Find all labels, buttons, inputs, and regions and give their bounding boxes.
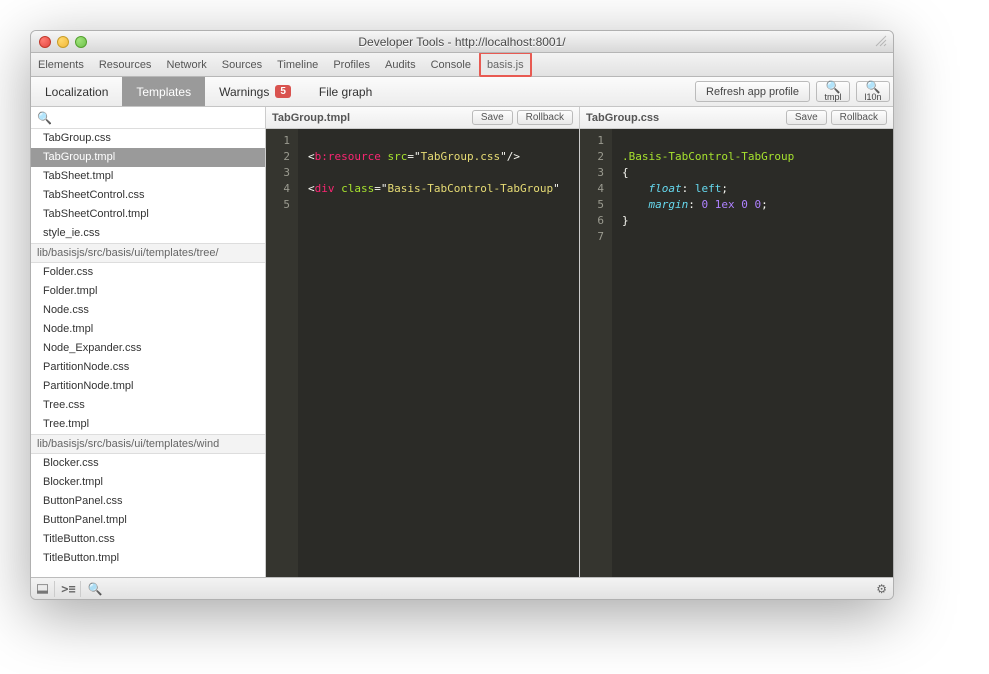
extension-toolbar: LocalizationTemplatesWarnings5File graph… [31, 77, 893, 107]
devtab-resources[interactable]: Resources [92, 53, 160, 76]
titlebar: Developer Tools - http://localhost:8001/ [31, 31, 893, 53]
file-item[interactable]: Tree.tmpl [31, 415, 265, 434]
file-item[interactable]: Node_Expander.css [31, 339, 265, 358]
file-item[interactable]: PartitionNode.css [31, 358, 265, 377]
file-item[interactable]: Blocker.css [31, 454, 265, 473]
badge: 5 [275, 85, 291, 98]
editor-left: TabGroup.tmpl Save Rollback 12345 <b:res… [266, 107, 580, 577]
console-icon[interactable]: >≡ [63, 581, 81, 597]
window-title: Developer Tools - http://localhost:8001/ [31, 35, 893, 49]
editor-filename: TabGroup.tmpl [272, 112, 468, 124]
settings-icon[interactable]: ⚙ [876, 582, 887, 596]
devtab-timeline[interactable]: Timeline [270, 53, 326, 76]
file-item[interactable]: ButtonPanel.css [31, 492, 265, 511]
devtab-profiles[interactable]: Profiles [326, 53, 378, 76]
devtab-basis-js[interactable]: basis.js [479, 52, 532, 77]
file-item[interactable]: TabSheetControl.tmpl [31, 205, 265, 224]
devtools-tabs: ElementsResourcesNetworkSourcesTimelineP… [31, 53, 893, 77]
file-item[interactable]: TitleButton.css [31, 530, 265, 549]
subtab-file-graph[interactable]: File graph [305, 77, 386, 106]
file-search-input[interactable] [56, 112, 259, 124]
file-item[interactable]: Folder.tmpl [31, 282, 265, 301]
rollback-button[interactable]: Rollback [831, 110, 887, 125]
file-item[interactable]: TitleButton.tmpl [31, 549, 265, 568]
devtab-console[interactable]: Console [424, 53, 479, 76]
subtab-localization[interactable]: Localization [31, 77, 122, 106]
file-group-header: lib/basisjs/src/basis/ui/templates/wind [31, 434, 265, 454]
devtab-sources[interactable]: Sources [215, 53, 270, 76]
file-item[interactable]: Tree.css [31, 396, 265, 415]
code-editor-css[interactable]: 1234567 .Basis-TabControl-TabGroup { flo… [580, 129, 893, 577]
rollback-button[interactable]: Rollback [517, 110, 573, 125]
file-item[interactable]: TabGroup.tmpl [31, 148, 265, 167]
devtools-window: Developer Tools - http://localhost:8001/… [30, 30, 894, 600]
file-item[interactable]: PartitionNode.tmpl [31, 377, 265, 396]
editor-right: TabGroup.css Save Rollback 1234567 .Basi… [580, 107, 893, 577]
file-item[interactable]: Node.css [31, 301, 265, 320]
file-item[interactable]: TabGroup.css [31, 129, 265, 148]
content-area: 🔍 TabGroup.cssTabGroup.tmplTabSheet.tmpl… [31, 107, 893, 577]
refresh-app-profile-button[interactable]: Refresh app profile [695, 81, 810, 102]
file-item[interactable]: TabSheetControl.css [31, 186, 265, 205]
search-tmpl-button[interactable]: 🔍tmpl [816, 81, 850, 102]
file-list[interactable]: TabGroup.cssTabGroup.tmplTabSheet.tmplTa… [31, 129, 265, 577]
devtab-audits[interactable]: Audits [378, 53, 424, 76]
save-button[interactable]: Save [786, 110, 827, 125]
code-editor-tmpl[interactable]: 12345 <b:resource src="TabGroup.css"/> <… [266, 129, 579, 577]
search-icon[interactable]: 🔍 [89, 581, 107, 597]
subtab-templates[interactable]: Templates [122, 77, 205, 106]
subtab-warnings[interactable]: Warnings5 [205, 77, 305, 106]
file-sidebar: 🔍 TabGroup.cssTabGroup.tmplTabSheet.tmpl… [31, 107, 266, 577]
search-l10n-button[interactable]: 🔍l10n [856, 81, 890, 102]
file-item[interactable]: ButtonPanel.tmpl [31, 511, 265, 530]
file-item[interactable]: TabSheet.tmpl [31, 167, 265, 186]
footer-bar: >≡ 🔍 ⚙ [31, 577, 893, 599]
devtab-elements[interactable]: Elements [31, 53, 92, 76]
editor-filename: TabGroup.css [586, 112, 782, 124]
file-group-header: lib/basisjs/src/basis/ui/templates/tree/ [31, 243, 265, 263]
search-icon: 🔍 [37, 111, 52, 125]
dock-icon[interactable] [37, 581, 55, 597]
file-item[interactable]: Folder.css [31, 263, 265, 282]
file-search-row: 🔍 [31, 107, 265, 129]
devtab-network[interactable]: Network [159, 53, 214, 76]
file-item[interactable]: Blocker.tmpl [31, 473, 265, 492]
file-item[interactable]: Node.tmpl [31, 320, 265, 339]
file-item[interactable]: style_ie.css [31, 224, 265, 243]
save-button[interactable]: Save [472, 110, 513, 125]
resize-icon [875, 35, 887, 47]
